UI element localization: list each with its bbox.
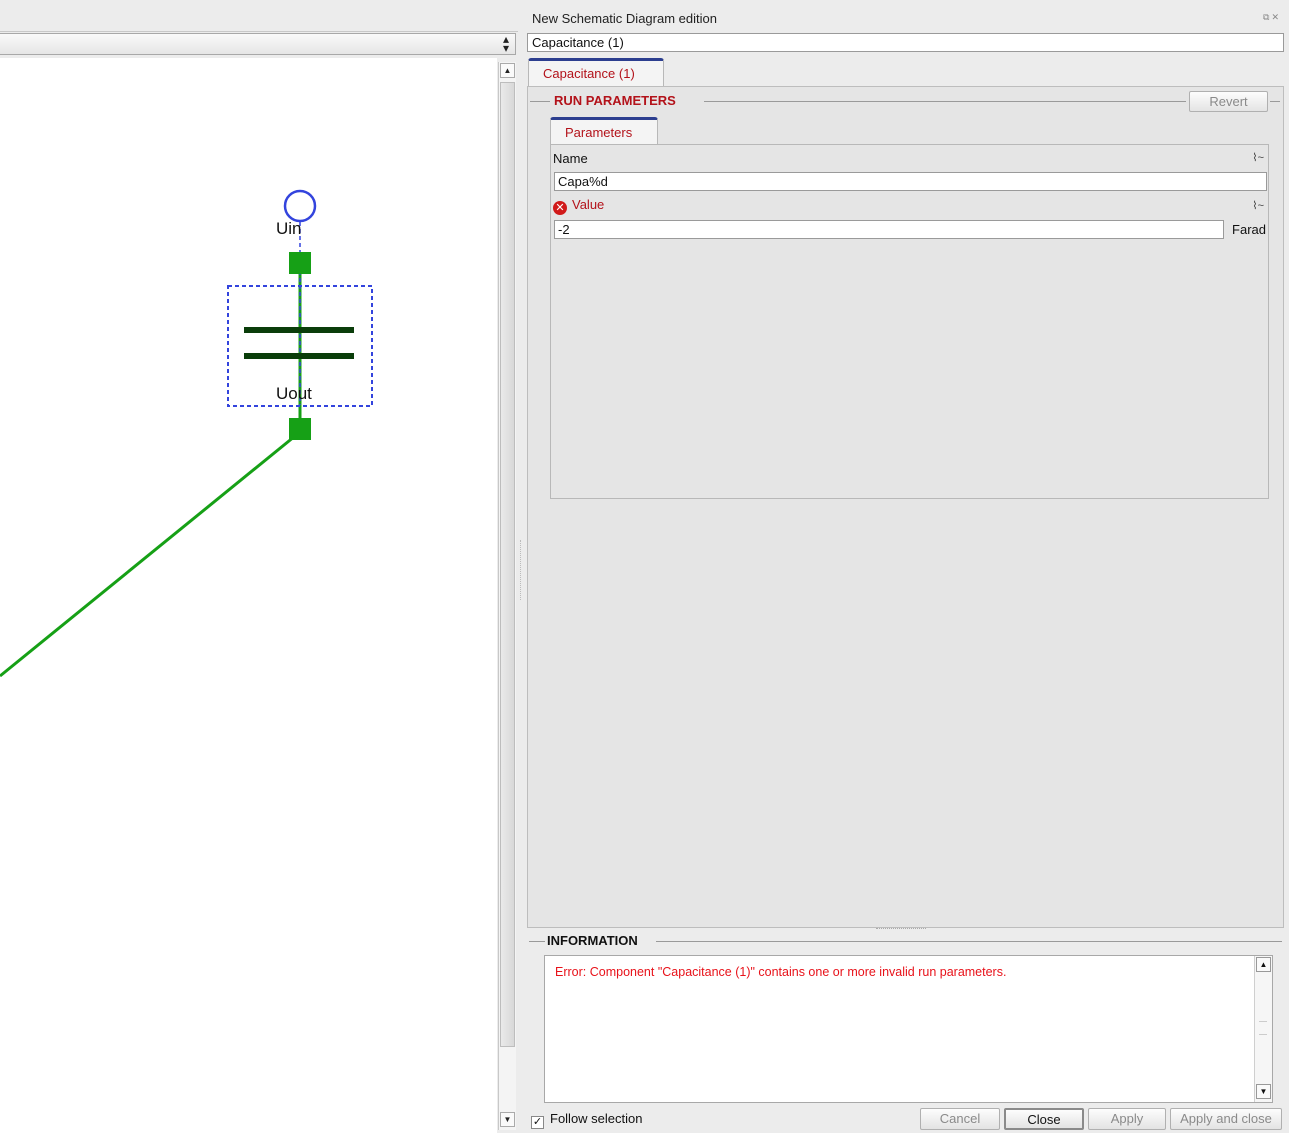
follow-selection-checkbox[interactable]: ✓ Follow selection	[531, 1111, 643, 1129]
scroll-down-icon[interactable]: ▼	[1256, 1084, 1271, 1099]
dock-title: New Schematic Diagram edition	[532, 11, 717, 26]
view-selector-combo[interactable]: ▴ ▾	[0, 33, 516, 55]
scroll-up-icon[interactable]: ▲	[500, 63, 515, 78]
apply-and-close-button[interactable]: Apply and close	[1170, 1108, 1282, 1130]
component-panel: RUN PARAMETERS Revert Parameters Name ⌇~…	[527, 86, 1284, 928]
value-label-row: ✕ Value	[553, 197, 604, 215]
schematic-edition-dock: New Schematic Diagram edition ⧉✕ Capacit…	[526, 0, 1289, 1133]
run-parameters-title: RUN PARAMETERS	[554, 93, 676, 108]
capacitor-plate-top	[244, 327, 354, 333]
checkmark-icon[interactable]: ✓	[531, 1116, 544, 1129]
uout-label: Uout	[276, 384, 312, 403]
tab-capacitance[interactable]: Capacitance (1)	[528, 58, 664, 86]
scroll-up-icon[interactable]: ▲	[1256, 957, 1271, 972]
component-name-field[interactable]: Capacitance (1)	[527, 33, 1284, 52]
close-button[interactable]: Close	[1004, 1108, 1084, 1130]
uin-label: Uin	[276, 219, 302, 238]
schematic-pane: ▴ ▾ Uin Uout ▲ ▼	[0, 0, 518, 1133]
group-divider	[1270, 101, 1280, 102]
scroll-down-icon[interactable]: ▼	[500, 1112, 515, 1127]
schematic-drawing: Uin Uout	[0, 189, 373, 678]
scrollbar-thumb[interactable]	[500, 82, 515, 1047]
wave-icon[interactable]: ⌇~	[1252, 151, 1264, 164]
apply-button[interactable]: Apply	[1088, 1108, 1166, 1130]
capacitor-plate-bottom	[244, 353, 354, 359]
left-toolbar	[0, 0, 518, 32]
group-divider	[656, 941, 1282, 942]
component-tabbar: Capacitance (1)	[526, 58, 1289, 86]
schematic-canvas[interactable]: Uin Uout	[0, 58, 497, 1133]
splitter-grip[interactable]	[520, 540, 524, 600]
information-title: INFORMATION	[547, 933, 638, 948]
value-label: Value	[572, 197, 605, 212]
name-label: Name	[553, 151, 588, 166]
unit-label: Farad	[1232, 222, 1266, 237]
dock-float-close-icon[interactable]: ⧉✕	[1263, 12, 1281, 23]
wave-icon[interactable]: ⌇~	[1252, 199, 1264, 212]
error-message: Error: Component "Capacitance (1)" conta…	[555, 965, 1007, 979]
revert-button[interactable]: Revert	[1189, 91, 1268, 112]
updown-arrows-icon: ▴ ▾	[502, 32, 509, 55]
group-divider	[529, 941, 545, 942]
info-scrollbar[interactable]: ▲ ▼	[1254, 956, 1272, 1102]
input-node-circle[interactable]	[283, 189, 317, 223]
information-box: Error: Component "Capacitance (1)" conta…	[544, 955, 1273, 1103]
error-icon: ✕	[553, 201, 567, 215]
parameters-panel: Name ⌇~ Capa%d ✕ Value ⌇~ -2 Farad	[550, 144, 1269, 499]
name-field[interactable]: Capa%d	[554, 172, 1267, 191]
group-divider	[530, 101, 550, 102]
wire[interactable]	[0, 430, 301, 678]
follow-selection-label: Follow selection	[550, 1111, 643, 1126]
scroll-grip[interactable]	[1259, 1021, 1267, 1035]
group-divider	[704, 101, 1186, 102]
pane-splitter[interactable]	[518, 0, 526, 1133]
value-field[interactable]: -2	[554, 220, 1224, 239]
canvas-vertical-scrollbar[interactable]: ▲ ▼	[498, 62, 516, 1130]
info-splitter-grip[interactable]	[876, 928, 926, 929]
tab-parameters[interactable]: Parameters	[550, 117, 658, 145]
output-pin[interactable]	[289, 418, 311, 440]
input-pin[interactable]	[289, 252, 311, 274]
cancel-button[interactable]: Cancel	[920, 1108, 1000, 1130]
